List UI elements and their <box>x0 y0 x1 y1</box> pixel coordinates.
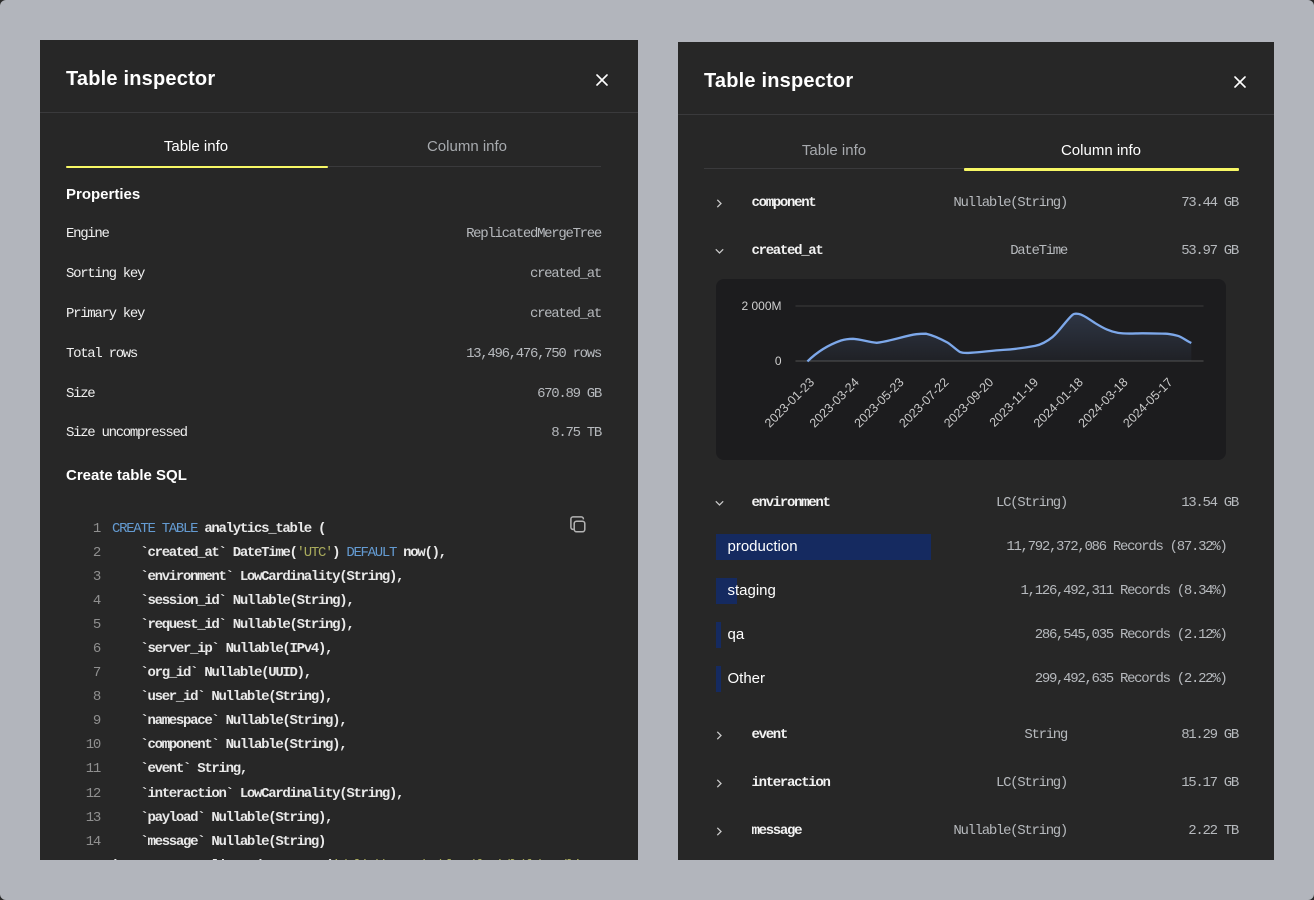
svg-text:2 000M: 2 000M <box>741 299 781 313</box>
svg-text:0: 0 <box>774 354 781 368</box>
